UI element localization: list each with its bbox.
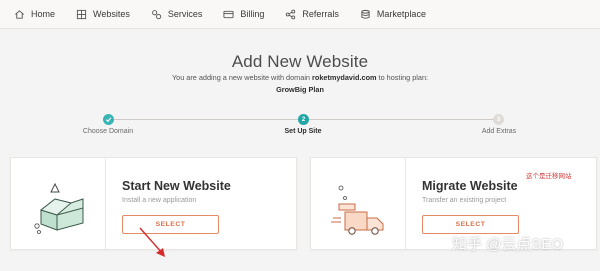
- checkmark-icon: [105, 117, 112, 123]
- stepper-line: [114, 119, 299, 120]
- step-1-indicator: [103, 114, 114, 125]
- card-description: Install a new application: [122, 197, 197, 204]
- step-3-indicator: 3: [493, 114, 504, 125]
- page-title: Add New Website: [231, 52, 369, 71]
- billing-card-icon: [223, 10, 234, 18]
- step-1-label: Choose Domain: [82, 128, 134, 135]
- hosting-plan: GrowBig Plan: [276, 85, 324, 94]
- moving-truck-icon: [331, 185, 384, 235]
- card-divider: [405, 158, 406, 249]
- nav-item-home[interactable]: Home: [14, 9, 55, 20]
- nav-label: Billing: [240, 9, 265, 19]
- domain-name: roketmydavid.com: [312, 73, 377, 82]
- nav-label: Websites: [93, 9, 130, 19]
- subtitle-suffix: to hosting plan:: [376, 73, 429, 82]
- nav-label: Services: [167, 9, 203, 19]
- step-3-label: Add Extras: [481, 128, 517, 135]
- card-title: Migrate Website: [422, 179, 518, 193]
- nav-item-referrals[interactable]: Referrals: [285, 9, 339, 20]
- annotation-arrow-icon: [139, 227, 165, 257]
- annotation-text: 这个是迁移网站: [526, 173, 572, 180]
- services-gears-icon: [151, 9, 162, 19]
- watermark-text: 知乎 @云点SEO: [452, 236, 564, 253]
- card-description: Transfer an existing project: [422, 197, 507, 204]
- nav-label: Marketplace: [376, 9, 426, 19]
- watermark: 知乎 @云点SEO: [452, 233, 598, 257]
- nav-item-marketplace[interactable]: Marketplace: [360, 9, 426, 20]
- step-2-label: Set Up Site: [284, 128, 322, 135]
- select-migrate-website-button[interactable]: SELECT: [422, 215, 519, 234]
- nav-item-services[interactable]: Services: [151, 9, 203, 20]
- house-box-icon: [34, 182, 84, 234]
- nav-label: Home: [31, 9, 56, 19]
- select-start-new-website-button[interactable]: SELECT: [122, 215, 219, 234]
- card-divider: [105, 158, 106, 249]
- home-icon: [15, 9, 24, 19]
- card-title: Start New Website: [122, 179, 231, 193]
- top-navigation: Home Websites Services Billing Referrals…: [0, 0, 600, 29]
- nav-item-websites[interactable]: Websites: [76, 9, 130, 20]
- step-2-indicator: 2: [298, 114, 309, 125]
- subtitle-prefix: You are adding a new website with domain: [171, 73, 313, 82]
- nav-item-billing[interactable]: Billing: [223, 9, 264, 20]
- page-subtitle: You are adding a new website with domain…: [0, 73, 600, 82]
- stepper-line: [309, 119, 493, 120]
- referrals-share-icon: [286, 9, 296, 19]
- nav-label: Referrals: [302, 9, 339, 19]
- marketplace-database-icon: [361, 9, 370, 19]
- websites-grid-icon: [76, 9, 87, 19]
